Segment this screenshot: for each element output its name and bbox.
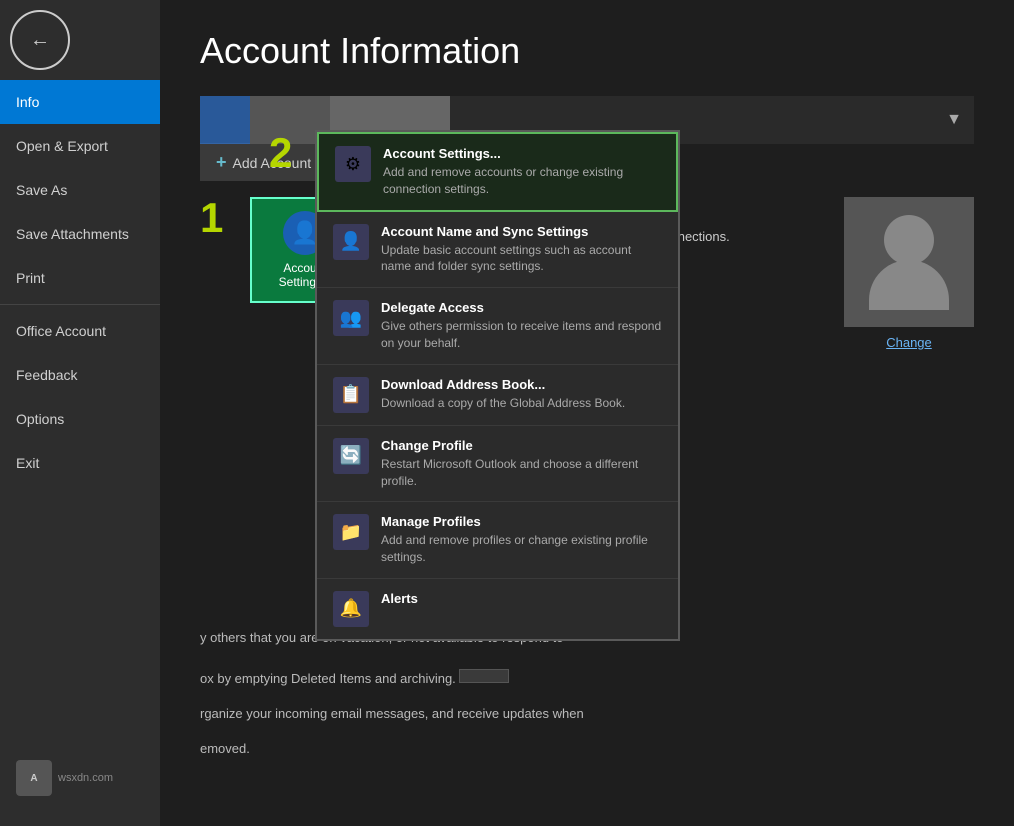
manage-profiles-desc: Add and remove profiles or change existi… xyxy=(381,532,662,566)
account-settings-item-text: Account Settings... Add and remove accou… xyxy=(383,146,660,198)
add-account-button[interactable]: + Add Account xyxy=(200,144,327,181)
plus-icon: + xyxy=(216,152,227,173)
dropdown-item-name-sync[interactable]: 👤 Account Name and Sync Settings Update … xyxy=(317,212,678,289)
alerts-item-text: Alerts xyxy=(381,591,662,609)
dropdown-item-manage-profiles[interactable]: 📁 Manage Profiles Add and remove profile… xyxy=(317,502,678,579)
account-settings-item-icon: ⚙ xyxy=(335,146,371,182)
account-settings-item-desc: Add and remove accounts or change existi… xyxy=(383,164,660,198)
manage-profiles-title: Manage Profiles xyxy=(381,514,662,529)
folder-icon: 📁 xyxy=(340,522,362,543)
sidebar-nav: Info Open & Export Save As Save Attachme… xyxy=(0,80,160,750)
profile-pic-area: Change xyxy=(844,197,974,350)
dropdown-arrow-icon: ▼ xyxy=(946,111,962,129)
dropdown-item-account-settings[interactable]: ⚙ Account Settings... Add and remove acc… xyxy=(317,132,678,212)
dropdown-item-delegate[interactable]: 👥 Delegate Access Give others permission… xyxy=(317,288,678,365)
color-block-1 xyxy=(200,96,250,144)
sidebar-item-office-account[interactable]: Office Account xyxy=(0,309,160,353)
name-sync-icon: 👤 xyxy=(333,224,369,260)
watermark-text: wsxdn.com xyxy=(58,772,113,784)
back-button[interactable]: ← xyxy=(10,10,70,70)
page-title: Account Information xyxy=(200,30,974,72)
delegate-icon: 👥 xyxy=(333,300,369,336)
dropdown-item-alerts[interactable]: 🔔 Alerts xyxy=(317,579,678,639)
people-icon: 👥 xyxy=(340,308,362,329)
sidebar-item-print[interactable]: Print xyxy=(0,256,160,300)
empty-button[interactable] xyxy=(459,669,509,683)
step-number-2: 2 xyxy=(269,132,292,174)
address-book-icon: 📋 xyxy=(333,377,369,413)
change-profile-item-text: Change Profile Restart Microsoft Outlook… xyxy=(381,438,662,490)
alerts-title: Alerts xyxy=(381,591,662,606)
sidebar-bottom: A wsxdn.com xyxy=(0,750,160,826)
name-sync-title: Account Name and Sync Settings xyxy=(381,224,662,239)
sidebar: ← Info Open & Export Save As Save Attach… xyxy=(0,0,160,826)
bg-row-3: rganize your incoming email messages, an… xyxy=(200,706,974,721)
watermark-logo: A xyxy=(16,760,52,796)
bg-text-2: ox by emptying Deleted Items and archivi… xyxy=(200,671,456,686)
sidebar-item-exit[interactable]: Exit xyxy=(0,441,160,485)
step-number-1: 1 xyxy=(200,197,230,239)
bg-row-4: emoved. xyxy=(200,741,974,756)
background-content: y others that you are on vacation, or no… xyxy=(200,630,974,756)
bg-row-2: ox by emptying Deleted Items and archivi… xyxy=(200,665,974,686)
main-content: Account Information ▼ + Add Account 1 👤 … xyxy=(160,0,1014,826)
change-profile-title: Change Profile xyxy=(381,438,662,453)
dropdown-item-change-profile[interactable]: 🔄 Change Profile Restart Microsoft Outlo… xyxy=(317,426,678,503)
name-sync-desc: Update basic account settings such as ac… xyxy=(381,242,662,276)
sidebar-item-options[interactable]: Options xyxy=(0,397,160,441)
book-icon: 📋 xyxy=(340,384,362,405)
delegate-title: Delegate Access xyxy=(381,300,662,315)
person-silhouette xyxy=(869,215,949,310)
account-settings-item-title: Account Settings... xyxy=(383,146,660,161)
address-book-item-text: Download Address Book... Download a copy… xyxy=(381,377,662,412)
change-profile-icon: 🔄 xyxy=(333,438,369,474)
sidebar-item-save-attachments[interactable]: Save Attachments xyxy=(0,212,160,256)
change-profile-desc: Restart Microsoft Outlook and choose a d… xyxy=(381,456,662,490)
delegate-desc: Give others permission to receive items … xyxy=(381,318,662,352)
manage-profiles-item-text: Manage Profiles Add and remove profiles … xyxy=(381,514,662,566)
dropdown-menu-inner: 2 ⚙ Account Settings... Add and remove a… xyxy=(317,132,678,639)
address-book-title: Download Address Book... xyxy=(381,377,662,392)
silhouette-body xyxy=(869,260,949,310)
dropdown-item-address-book[interactable]: 📋 Download Address Book... Download a co… xyxy=(317,365,678,426)
sidebar-item-feedback[interactable]: Feedback xyxy=(0,353,160,397)
profile-picture xyxy=(844,197,974,327)
watermark: A wsxdn.com xyxy=(0,750,160,806)
name-sync-item-text: Account Name and Sync Settings Update ba… xyxy=(381,224,662,276)
sidebar-item-open-export[interactable]: Open & Export xyxy=(0,124,160,168)
account-settings-dropdown-menu: 2 ⚙ Account Settings... Add and remove a… xyxy=(315,130,680,641)
person-sync-icon: 👤 xyxy=(340,231,362,252)
sidebar-item-info[interactable]: Info xyxy=(0,80,160,124)
manage-profiles-icon: 📁 xyxy=(333,514,369,550)
alerts-icon: 🔔 xyxy=(333,591,369,627)
gear-settings-icon: ⚙ xyxy=(345,154,361,175)
back-arrow-icon: ← xyxy=(30,29,50,52)
sidebar-divider xyxy=(0,304,160,305)
bell-icon: 🔔 xyxy=(340,598,362,619)
silhouette-head xyxy=(884,215,934,265)
change-photo-link[interactable]: Change xyxy=(886,335,932,350)
sidebar-item-save-as[interactable]: Save As xyxy=(0,168,160,212)
refresh-icon: 🔄 xyxy=(340,445,362,466)
delegate-item-text: Delegate Access Give others permission t… xyxy=(381,300,662,352)
address-book-desc: Download a copy of the Global Address Bo… xyxy=(381,395,662,412)
